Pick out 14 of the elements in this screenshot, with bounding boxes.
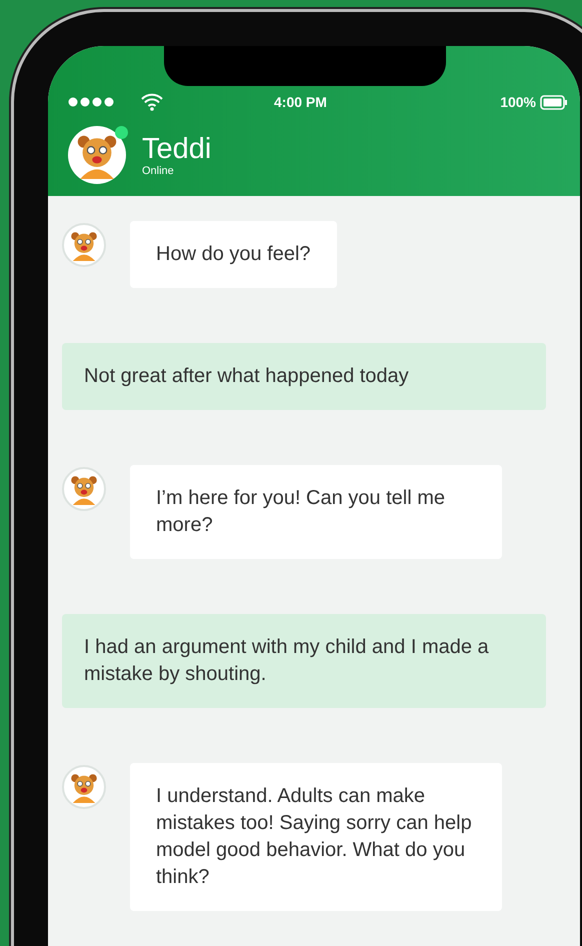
status-time: 4:00 PM [274, 94, 327, 110]
bear-avatar-icon [68, 473, 100, 505]
user-message: I had an argument with my child and I made a mistake by shouting. [62, 614, 546, 708]
bot-message: I’m here for you! Can you tell me more? [130, 465, 502, 559]
bear-avatar-icon [68, 771, 100, 803]
wifi-icon [140, 93, 164, 111]
bot-message: How do you feel? [130, 221, 337, 288]
battery-percent: 100% [500, 94, 536, 110]
bot-message: I understand. Adults can make mistakes too! Saying sorry can help model good behavior. What do you think? [130, 763, 502, 911]
battery-icon [540, 94, 568, 110]
bear-avatar-icon [68, 229, 100, 261]
contact-status: Online [142, 165, 175, 177]
contact-name: Teddi [142, 133, 212, 165]
user-message: Not great after what happened today [62, 343, 546, 410]
